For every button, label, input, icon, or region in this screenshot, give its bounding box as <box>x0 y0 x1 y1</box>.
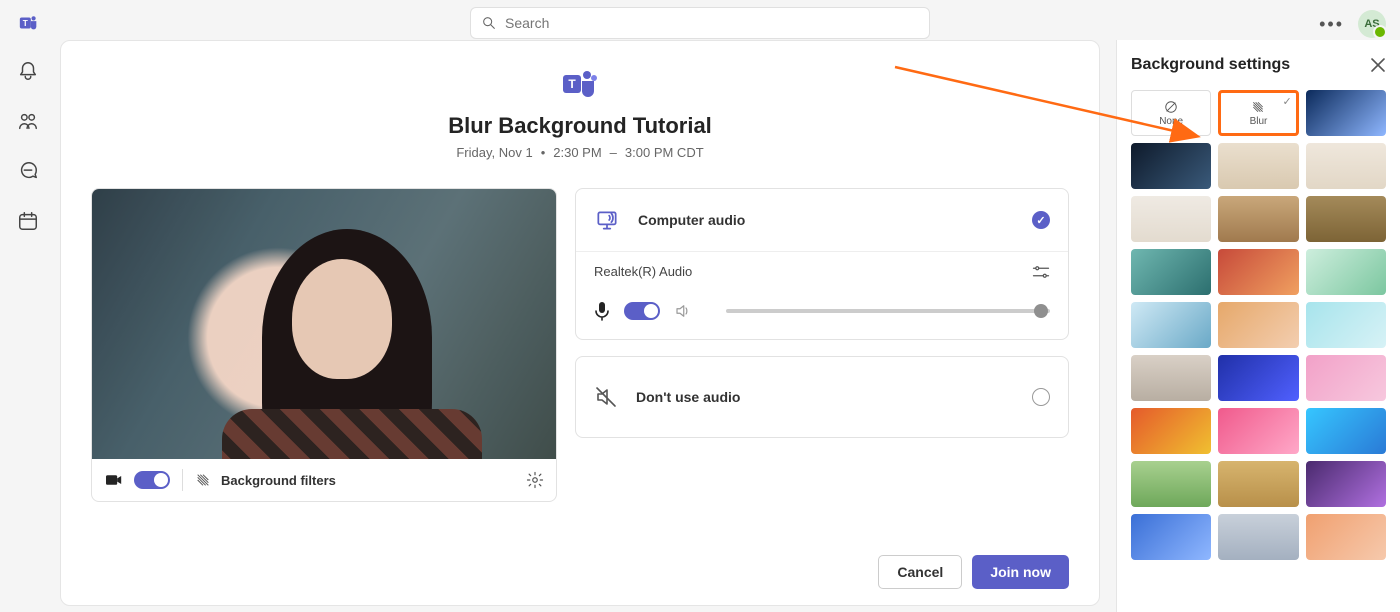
background-option[interactable] <box>1218 196 1298 242</box>
teams-logo-large-icon: T <box>560 67 600 103</box>
background-option[interactable] <box>1306 355 1386 401</box>
teams-logo-icon: T <box>18 12 40 34</box>
background-option[interactable] <box>1131 302 1211 348</box>
dont-use-audio-radio[interactable] <box>1032 388 1050 406</box>
background-option[interactable] <box>1131 355 1211 401</box>
device-settings-icon[interactable] <box>526 471 544 489</box>
background-option-blur[interactable]: ✓ Blur <box>1218 90 1298 136</box>
background-option[interactable] <box>1131 249 1211 295</box>
background-filters-icon <box>195 472 211 488</box>
background-option[interactable] <box>1218 461 1298 507</box>
background-option[interactable] <box>1131 514 1211 560</box>
background-option[interactable] <box>1306 90 1386 136</box>
background-option[interactable] <box>1131 143 1211 189</box>
join-now-button[interactable]: Join now <box>972 555 1069 589</box>
volume-slider[interactable] <box>726 309 1050 313</box>
background-option[interactable] <box>1306 461 1386 507</box>
background-option[interactable] <box>1218 143 1298 189</box>
video-preview: Background filters <box>91 188 557 502</box>
none-icon <box>1164 100 1178 114</box>
background-option-none[interactable]: None <box>1131 90 1211 136</box>
mic-toggle[interactable] <box>624 302 660 320</box>
background-option[interactable] <box>1218 408 1298 454</box>
camera-preview-image <box>92 189 556 459</box>
user-avatar[interactable]: AS <box>1358 10 1386 38</box>
prejoin-card: T Blur Background Tutorial Friday, Nov 1… <box>60 40 1100 606</box>
more-options-icon[interactable]: ••• <box>1319 14 1344 35</box>
mic-icon <box>594 301 610 321</box>
camera-icon <box>104 472 124 488</box>
background-filters-label[interactable]: Background filters <box>221 473 336 488</box>
speaker-icon <box>674 302 692 320</box>
computer-audio-radio[interactable] <box>1032 211 1050 229</box>
chat-icon[interactable] <box>17 160 39 182</box>
background-option[interactable] <box>1218 249 1298 295</box>
computer-audio-option[interactable]: Computer audio Realtek(R) Audio <box>575 188 1069 340</box>
background-option[interactable] <box>1306 196 1386 242</box>
panel-title: Background settings <box>1131 56 1290 74</box>
meeting-datetime: Friday, Nov 1•2:30 PM–3:00 PM CDT <box>91 145 1069 160</box>
background-option[interactable] <box>1306 514 1386 560</box>
blur-icon <box>1251 100 1265 114</box>
background-option[interactable] <box>1131 408 1211 454</box>
audio-settings-icon[interactable] <box>1032 265 1050 279</box>
search-input[interactable] <box>470 7 930 39</box>
teams-icon[interactable] <box>17 110 39 132</box>
computer-audio-icon <box>594 207 620 233</box>
svg-text:T: T <box>23 19 28 28</box>
svg-text:T: T <box>568 77 576 91</box>
background-option[interactable] <box>1306 249 1386 295</box>
background-option[interactable] <box>1218 355 1298 401</box>
search-icon <box>481 15 497 31</box>
no-audio-icon <box>594 385 618 409</box>
meeting-title: Blur Background Tutorial <box>91 113 1069 139</box>
audio-device-name: Realtek(R) Audio <box>594 264 692 279</box>
background-option[interactable] <box>1306 302 1386 348</box>
background-option[interactable] <box>1306 143 1386 189</box>
close-icon[interactable] <box>1370 57 1386 73</box>
background-option[interactable] <box>1218 514 1298 560</box>
checkmark-icon: ✓ <box>1282 95 1291 108</box>
cancel-button[interactable]: Cancel <box>878 555 962 589</box>
background-settings-panel: Background settings None ✓ Blur <box>1116 40 1400 612</box>
background-option[interactable] <box>1218 302 1298 348</box>
background-option[interactable] <box>1131 196 1211 242</box>
background-option[interactable] <box>1306 408 1386 454</box>
dont-use-audio-option[interactable]: Don't use audio <box>575 356 1069 438</box>
camera-toggle[interactable] <box>134 471 170 489</box>
activity-icon[interactable] <box>17 60 39 82</box>
background-option[interactable] <box>1131 461 1211 507</box>
calendar-icon[interactable] <box>17 210 39 232</box>
